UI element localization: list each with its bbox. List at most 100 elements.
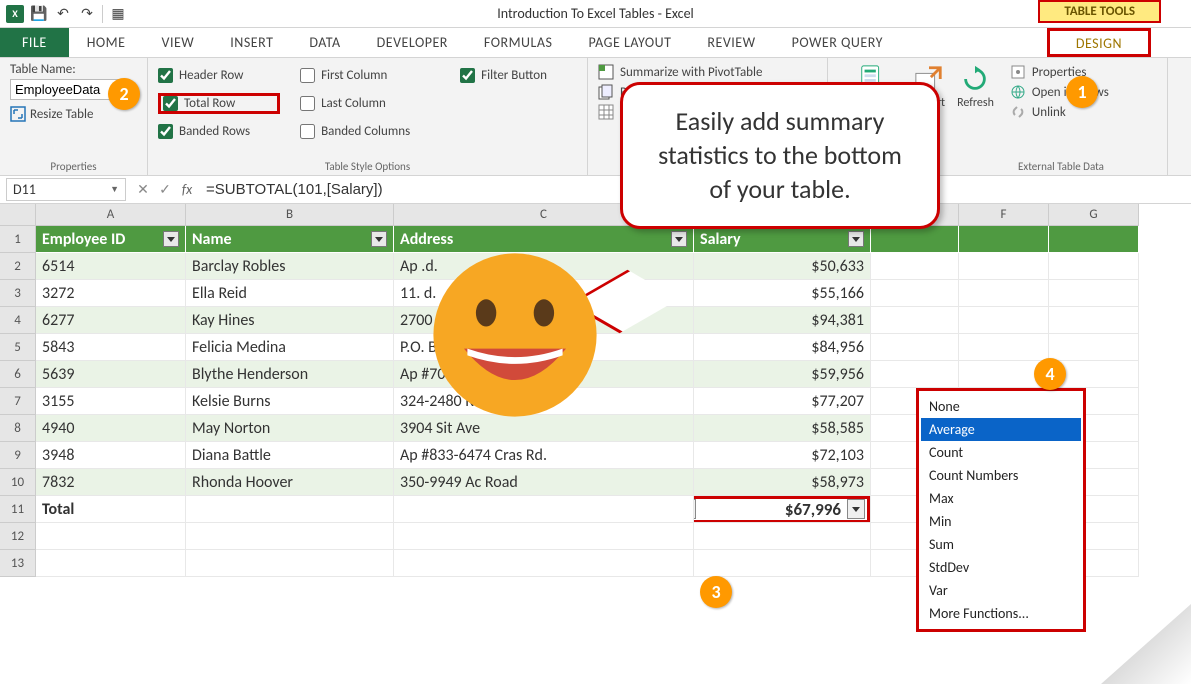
dropdown-item[interactable]: StdDev xyxy=(921,556,1081,579)
cell[interactable]: May Norton xyxy=(186,415,394,442)
tab-view[interactable]: VIEW xyxy=(144,28,213,57)
tab-page-layout[interactable]: PAGE LAYOUT xyxy=(570,28,689,57)
accept-formula-icon[interactable]: ✓ xyxy=(154,181,176,198)
filter-icon[interactable] xyxy=(371,231,387,247)
cell[interactable]: 6514 xyxy=(36,253,186,280)
dropdown-item[interactable]: None xyxy=(921,395,1081,418)
cell[interactable]: $50,633 xyxy=(694,253,871,280)
cell[interactable]: $94,381 xyxy=(694,307,871,334)
header-cell-address[interactable]: Address xyxy=(394,226,694,253)
cell[interactable]: Felicia Medina xyxy=(186,334,394,361)
cell[interactable]: $55,166 xyxy=(694,280,871,307)
cell[interactable]: 6277 xyxy=(36,307,186,334)
unlink-button[interactable]: Unlink xyxy=(1010,102,1109,122)
select-all-corner[interactable] xyxy=(0,204,36,226)
tab-developer[interactable]: DEVELOPER xyxy=(359,28,466,57)
cell[interactable]: $84,956 xyxy=(694,334,871,361)
tab-insert[interactable]: INSERT xyxy=(212,28,291,57)
dropdown-item[interactable]: Min xyxy=(921,510,1081,533)
filter-icon[interactable] xyxy=(848,231,864,247)
row-header[interactable]: 2 xyxy=(0,253,36,280)
tab-power-query[interactable]: POWER QUERY xyxy=(774,28,901,57)
filter-icon[interactable] xyxy=(163,231,179,247)
cell[interactable]: 350-9949 Ac Road xyxy=(394,469,694,496)
row-header[interactable]: 1 xyxy=(0,226,36,253)
cell[interactable]: 5843 xyxy=(36,334,186,361)
row-header[interactable]: 6 xyxy=(0,361,36,388)
col-header[interactable]: G xyxy=(1049,204,1139,226)
dropdown-icon[interactable] xyxy=(694,499,696,519)
dropdown-item[interactable]: Var xyxy=(921,579,1081,602)
tab-formulas[interactable]: FORMULAS xyxy=(466,28,571,57)
cell[interactable]: $58,973 xyxy=(694,469,871,496)
col-header[interactable]: A xyxy=(36,204,186,226)
cell[interactable]: $58,585 xyxy=(694,415,871,442)
cell[interactable]: Kelsie Burns xyxy=(186,388,394,415)
header-cell-name[interactable]: Name xyxy=(186,226,394,253)
cell[interactable]: 4940 xyxy=(36,415,186,442)
total-salary-cell[interactable]: $67,996 xyxy=(694,496,871,523)
cell[interactable]: Diana Battle xyxy=(186,442,394,469)
tab-data[interactable]: DATA xyxy=(291,28,358,57)
dropdown-item[interactable]: Count xyxy=(921,441,1081,464)
dropdown-icon[interactable] xyxy=(847,499,865,519)
cell[interactable]: Ap #833-6474 Cras Rd. xyxy=(394,442,694,469)
tab-home[interactable]: HOME xyxy=(69,28,144,57)
summarize-pivot-button[interactable]: Summarize with PivotTable xyxy=(598,62,817,82)
row-header[interactable]: 5 xyxy=(0,334,36,361)
cell[interactable]: 7832 xyxy=(36,469,186,496)
cell[interactable]: 3948 xyxy=(36,442,186,469)
fx-icon[interactable]: fx xyxy=(176,181,198,198)
dropdown-item[interactable]: Sum xyxy=(921,533,1081,556)
aggregate-function-dropdown[interactable]: NoneAverageCountCount NumbersMaxMinSumSt… xyxy=(916,388,1086,632)
tab-design[interactable]: DESIGN xyxy=(1047,28,1151,57)
check-header-row[interactable]: Header Row xyxy=(158,68,280,83)
cell[interactable]: 3272 xyxy=(36,280,186,307)
cell[interactable]: $72,103 xyxy=(694,442,871,469)
row-header[interactable]: 7 xyxy=(0,388,36,415)
cancel-formula-icon[interactable]: ✕ xyxy=(132,181,154,198)
check-total-row[interactable]: Total Row xyxy=(158,93,280,114)
header-cell-id[interactable]: Employee ID xyxy=(36,226,186,253)
row-header[interactable]: 8 xyxy=(0,415,36,442)
properties-button[interactable]: Properties xyxy=(1010,62,1109,82)
row-header[interactable]: 3 xyxy=(0,280,36,307)
refresh-button[interactable]: Refresh xyxy=(951,62,1000,112)
row-header[interactable]: 4 xyxy=(0,307,36,334)
col-header[interactable]: B xyxy=(186,204,394,226)
dropdown-item[interactable]: Count Numbers xyxy=(921,464,1081,487)
total-label-cell[interactable]: Total xyxy=(36,496,186,523)
row-header[interactable]: 12 xyxy=(0,523,36,550)
check-banded-rows[interactable]: Banded Rows xyxy=(158,124,280,139)
tab-review[interactable]: REVIEW xyxy=(689,28,773,57)
cell[interactable]: Ella Reid xyxy=(186,280,394,307)
dropdown-item[interactable]: Max xyxy=(921,487,1081,510)
tab-file[interactable]: FILE xyxy=(0,28,69,57)
cell[interactable]: Barclay Robles xyxy=(186,253,394,280)
row-header[interactable]: 13 xyxy=(0,550,36,577)
check-last-column[interactable]: Last Column xyxy=(300,96,440,111)
cell[interactable]: 3155 xyxy=(36,388,186,415)
touch-mode-icon[interactable]: ▦ xyxy=(109,5,127,23)
row-header[interactable]: 10 xyxy=(0,469,36,496)
dropdown-item[interactable]: Average xyxy=(921,418,1081,441)
name-box[interactable]: D11▼ xyxy=(6,178,126,201)
cell[interactable]: Kay Hines xyxy=(186,307,394,334)
dropdown-item[interactable]: More Functions... xyxy=(921,602,1081,625)
check-filter-button[interactable]: Filter Button xyxy=(460,68,577,83)
row-header[interactable]: 11 xyxy=(0,496,36,523)
header-cell-salary[interactable]: Salary xyxy=(694,226,871,253)
check-banded-columns[interactable]: Banded Columns xyxy=(300,124,440,139)
cell[interactable]: $59,956 xyxy=(694,361,871,388)
cell[interactable]: 5639 xyxy=(36,361,186,388)
redo-icon[interactable]: ↷ xyxy=(78,5,96,23)
save-icon[interactable]: 💾 xyxy=(30,5,48,23)
row-header[interactable]: 9 xyxy=(0,442,36,469)
cell[interactable]: Blythe Henderson xyxy=(186,361,394,388)
cell[interactable]: Rhonda Hoover xyxy=(186,469,394,496)
undo-icon[interactable]: ↶ xyxy=(54,5,72,23)
check-first-column[interactable]: First Column xyxy=(300,68,440,83)
cell[interactable]: $77,207 xyxy=(694,388,871,415)
col-header[interactable]: F xyxy=(959,204,1049,226)
filter-icon[interactable] xyxy=(671,231,687,247)
